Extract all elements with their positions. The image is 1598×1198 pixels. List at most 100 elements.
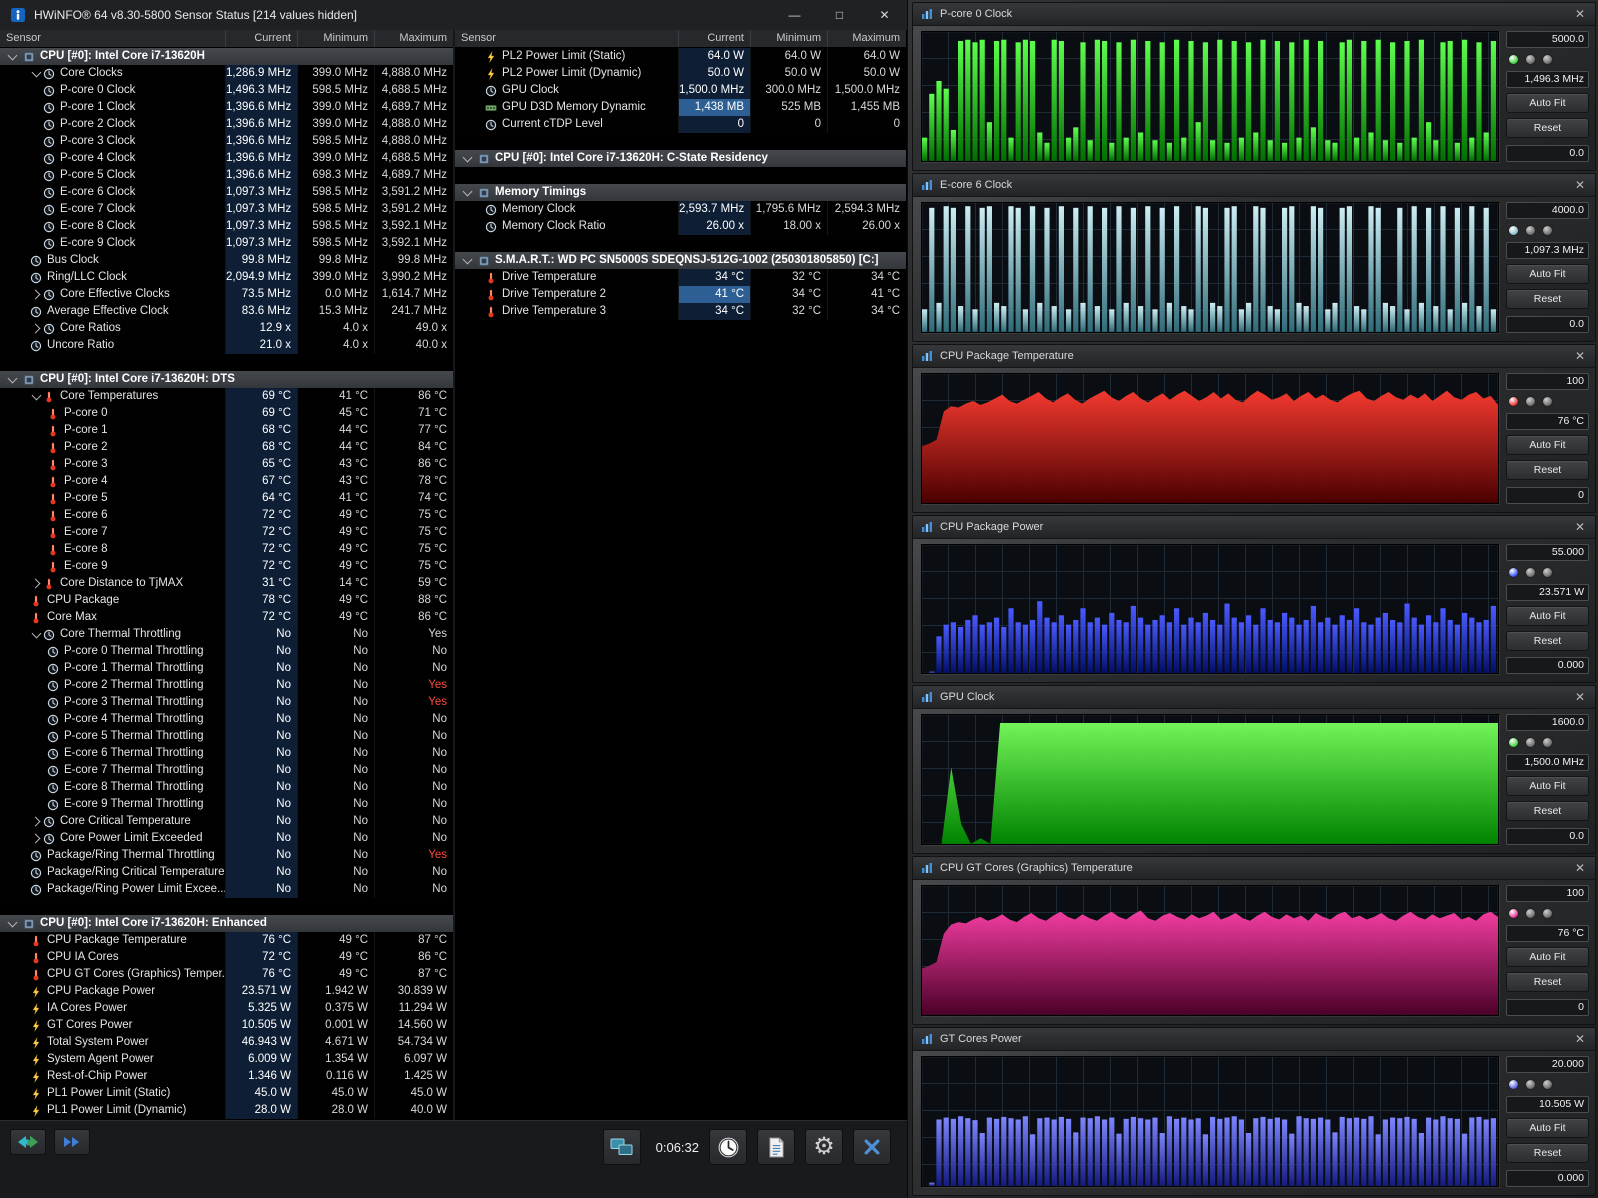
sensor-row[interactable]: Core Power Limit ExceededNoNoNo <box>0 830 453 847</box>
sensor-row[interactable]: E-core 872 °C49 °C75 °C <box>0 541 453 558</box>
sensor-row[interactable]: P-core 0 Thermal ThrottlingNoNoNo <box>0 643 453 660</box>
reset-button[interactable]: Reset <box>1506 801 1589 821</box>
color-swatch[interactable] <box>1525 396 1536 407</box>
sensor-row[interactable]: E-core 9 Thermal ThrottlingNoNoNo <box>0 796 453 813</box>
graph-panel-titlebar[interactable]: CPU Package Power ✕ <box>913 516 1595 539</box>
sensor-row[interactable]: Package/Ring Power Limit Excee...NoNoNo <box>0 881 453 898</box>
chevron-down-icon[interactable] <box>30 67 43 80</box>
series-color-swatch[interactable] <box>1508 396 1519 407</box>
sensor-row[interactable]: P-core 3 Thermal ThrottlingNoNoYes <box>0 694 453 711</box>
auto-fit-button[interactable]: Auto Fit <box>1506 264 1589 284</box>
color-swatch[interactable] <box>1542 396 1553 407</box>
sensor-row[interactable]: System Agent Power6.009 W1.354 W6.097 W <box>0 1051 453 1068</box>
color-swatch[interactable] <box>1525 54 1536 65</box>
color-swatch[interactable] <box>1542 567 1553 578</box>
series-color-swatch[interactable] <box>1508 737 1519 748</box>
sensor-row[interactable]: GT Cores Power10.505 W0.001 W14.560 W <box>0 1017 453 1034</box>
sensor-row[interactable]: Current cTDP Level000 <box>455 116 906 133</box>
sensor-row[interactable]: PL2 Power Limit (Static)64.0 W64.0 W64.0… <box>455 48 906 65</box>
sensor-row[interactable]: P-core 467 °C43 °C78 °C <box>0 473 453 490</box>
color-swatch[interactable] <box>1525 908 1536 919</box>
sensor-row[interactable]: PL1 Power Limit (Dynamic)28.0 W28.0 W40.… <box>0 1102 453 1119</box>
column-header-minimum[interactable]: Minimum <box>298 30 375 47</box>
maximize-button[interactable]: □ <box>817 0 862 30</box>
sensor-row[interactable]: P-core 3 Clock1,396.6 MHz598.5 MHz4,888.… <box>0 133 453 150</box>
color-swatch[interactable] <box>1542 737 1553 748</box>
sensor-row[interactable]: P-core 2 Clock1,396.6 MHz399.0 MHz4,888.… <box>0 116 453 133</box>
sensor-row[interactable]: P-core 2 Thermal ThrottlingNoNoYes <box>0 677 453 694</box>
column-header-maximum[interactable]: Maximum <box>828 30 906 47</box>
sensor-row[interactable]: IA Cores Power5.325 W0.375 W11.294 W <box>0 1000 453 1017</box>
color-swatch[interactable] <box>1542 908 1553 919</box>
color-swatch[interactable] <box>1542 1079 1553 1090</box>
column-header-current[interactable]: Current <box>679 30 751 47</box>
auto-fit-button[interactable]: Auto Fit <box>1506 947 1589 967</box>
sensor-row[interactable]: Rest-of-Chip Power1.346 W0.116 W1.425 W <box>0 1068 453 1085</box>
color-swatch[interactable] <box>1525 737 1536 748</box>
sensor-row[interactable]: Package/Ring Critical TemperatureNoNoNo <box>0 864 453 881</box>
graph-close-icon[interactable]: ✕ <box>1573 690 1587 704</box>
sensor-row[interactable]: E-core 6 Clock1,097.3 MHz598.5 MHz3,591.… <box>0 184 453 201</box>
section-header-row[interactable]: CPU [#0]: Intel Core i7-13620H: DTS <box>0 371 453 388</box>
sensor-row[interactable]: Memory Clock Ratio26.00 x18.00 x26.00 x <box>455 218 906 235</box>
chevron-down-icon[interactable] <box>461 152 474 165</box>
sensor-row[interactable]: P-core 168 °C44 °C77 °C <box>0 422 453 439</box>
sensor-row[interactable]: Package/Ring Thermal ThrottlingNoNoYes <box>0 847 453 864</box>
chevron-right-icon[interactable] <box>30 577 43 590</box>
section-header-row[interactable]: CPU [#0]: Intel Core i7-13620H: C-State … <box>455 150 906 167</box>
swap-columns-button[interactable] <box>10 1129 46 1155</box>
settings-button[interactable]: ⚙ <box>805 1129 843 1165</box>
sensor-row[interactable]: Average Effective Clock83.6 MHz15.3 MHz2… <box>0 303 453 320</box>
column-header-sensor[interactable]: Sensor <box>455 30 679 47</box>
color-swatch[interactable] <box>1525 225 1536 236</box>
column-header-sensor[interactable]: Sensor <box>0 30 226 47</box>
window-titlebar[interactable]: HWiNFO® 64 v8.30-5800 Sensor Status [214… <box>0 0 907 30</box>
sensor-row[interactable]: CPU IA Cores72 °C49 °C86 °C <box>0 949 453 966</box>
color-swatch[interactable] <box>1525 1079 1536 1090</box>
sensor-row[interactable]: E-core 8 Clock1,097.3 MHz598.5 MHz3,592.… <box>0 218 453 235</box>
color-swatch[interactable] <box>1525 567 1536 578</box>
graph-close-icon[interactable]: ✕ <box>1573 178 1587 192</box>
chevron-down-icon[interactable] <box>6 373 19 386</box>
column-header-minimum[interactable]: Minimum <box>751 30 828 47</box>
reset-button[interactable]: Reset <box>1506 289 1589 309</box>
sensor-row[interactable]: Core Critical TemperatureNoNoNo <box>0 813 453 830</box>
sensor-row[interactable]: Bus Clock99.8 MHz99.8 MHz99.8 MHz <box>0 252 453 269</box>
close-button[interactable]: ✕ <box>862 0 907 30</box>
column-header-maximum[interactable]: Maximum <box>375 30 453 47</box>
sensor-row[interactable]: E-core 672 °C49 °C75 °C <box>0 507 453 524</box>
sensor-row[interactable]: P-core 1 Thermal ThrottlingNoNoNo <box>0 660 453 677</box>
sensor-row[interactable]: P-core 5 Thermal ThrottlingNoNoNo <box>0 728 453 745</box>
sensor-row[interactable]: P-core 4 Clock1,396.6 MHz399.0 MHz4,688.… <box>0 150 453 167</box>
section-header-row[interactable]: Memory Timings <box>455 184 906 201</box>
sensor-row[interactable]: P-core 365 °C43 °C86 °C <box>0 456 453 473</box>
graph-close-icon[interactable]: ✕ <box>1573 520 1587 534</box>
color-swatch[interactable] <box>1542 225 1553 236</box>
sensor-row[interactable]: E-core 972 °C49 °C75 °C <box>0 558 453 575</box>
fast-forward-button[interactable] <box>54 1129 90 1155</box>
chevron-down-icon[interactable] <box>461 254 474 267</box>
chevron-down-icon[interactable] <box>30 628 43 641</box>
series-color-swatch[interactable] <box>1508 225 1519 236</box>
sensor-row[interactable]: E-core 7 Clock1,097.3 MHz598.5 MHz3,591.… <box>0 201 453 218</box>
section-header-row[interactable]: CPU [#0]: Intel Core i7-13620H <box>0 48 453 65</box>
chevron-down-icon[interactable] <box>461 186 474 199</box>
sensor-row[interactable]: Core Ratios12.9 x4.0 x49.0 x <box>0 320 453 337</box>
reset-button[interactable]: Reset <box>1506 1143 1589 1163</box>
chevron-right-icon[interactable] <box>30 815 43 828</box>
chevron-down-icon[interactable] <box>6 917 19 930</box>
graph-close-icon[interactable]: ✕ <box>1573 861 1587 875</box>
remote-monitoring-button[interactable] <box>603 1129 641 1165</box>
minimize-button[interactable]: — <box>772 0 817 30</box>
chevron-down-icon[interactable] <box>6 50 19 63</box>
sensor-row[interactable]: E-core 6 Thermal ThrottlingNoNoNo <box>0 745 453 762</box>
auto-fit-button[interactable]: Auto Fit <box>1506 435 1589 455</box>
reset-button[interactable]: Reset <box>1506 972 1589 992</box>
auto-fit-button[interactable]: Auto Fit <box>1506 606 1589 626</box>
graph-panel-titlebar[interactable]: GPU Clock ✕ <box>913 686 1595 709</box>
series-color-swatch[interactable] <box>1508 567 1519 578</box>
graph-panel-titlebar[interactable]: GT Cores Power ✕ <box>913 1028 1595 1051</box>
graph-close-icon[interactable]: ✕ <box>1573 1032 1587 1046</box>
sensor-row[interactable]: CPU Package Power23.571 W1.942 W30.839 W <box>0 983 453 1000</box>
sensor-row[interactable]: CPU Package Temperature76 °C49 °C87 °C <box>0 932 453 949</box>
